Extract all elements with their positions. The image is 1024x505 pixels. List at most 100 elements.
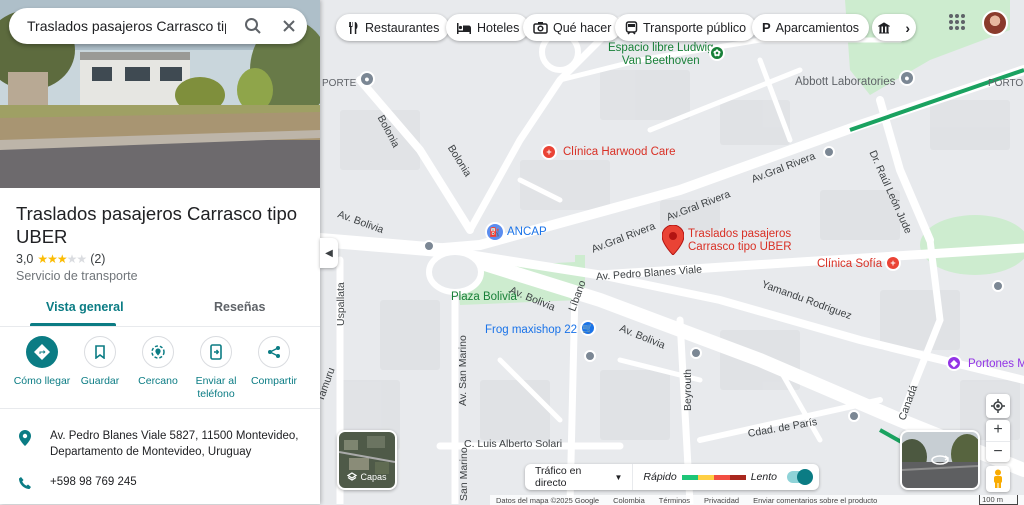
- traffic-scale: Rápido Lento: [633, 471, 787, 483]
- close-icon: [283, 20, 295, 32]
- traffic-fast-label: Rápido: [643, 471, 677, 483]
- search-box[interactable]: Traslados pasajeros Carrasco tipo U: [9, 8, 307, 44]
- chip-label: Transporte público: [643, 20, 747, 35]
- poi-espacio-libre[interactable]: Espacio libre Ludwig Van Beethoven: [608, 42, 713, 68]
- my-location-icon: [991, 399, 1005, 413]
- place-panel: Traslados pasajeros Carrasco tipo U Tras…: [0, 0, 320, 504]
- gas-station-pin-icon[interactable]: ⛽: [485, 222, 505, 242]
- zoom-controls: + −: [986, 420, 1010, 462]
- active-tab-indicator: [30, 323, 116, 326]
- zoom-out-button[interactable]: −: [986, 440, 1010, 463]
- save-button[interactable]: Guardar: [68, 336, 132, 388]
- share-icon: [258, 336, 290, 368]
- traffic-toggle[interactable]: [786, 469, 813, 485]
- apps-grid-icon[interactable]: [949, 14, 965, 30]
- rating-row[interactable]: 3,0 ★★★★★ (2): [16, 252, 105, 266]
- send-to-phone-button[interactable]: Enviar al teléfono: [184, 336, 248, 401]
- chevron-right-icon: ›: [905, 19, 910, 36]
- street-label: San Marino: [458, 447, 470, 501]
- parking-icon: P: [762, 20, 771, 35]
- dropdown-arrow-icon: ▼: [614, 472, 623, 482]
- location-pin-icon: [19, 430, 31, 446]
- search-input[interactable]: Traslados pasajeros Carrasco tipo U: [27, 18, 226, 34]
- action-label: Guardar: [80, 375, 120, 387]
- chip-more[interactable]: ›: [872, 14, 916, 41]
- transit-stop-icon[interactable]: [584, 350, 596, 362]
- nearby-button[interactable]: Cercano: [126, 336, 190, 388]
- rotate-360-icon: [931, 455, 950, 465]
- chevron-left-icon: ◀: [325, 247, 333, 259]
- poi-portones[interactable]: Portones M: [968, 358, 1024, 370]
- transit-stop-icon[interactable]: [823, 146, 835, 158]
- map-data-credit: Datos del mapa ©2025 Google: [496, 495, 600, 505]
- traffic-color-scale: [681, 474, 746, 480]
- tab-bar: Vista general Reseñas: [0, 292, 320, 327]
- street-label: Beyrouth: [682, 368, 694, 411]
- phone-text: +598 98 769 245: [50, 476, 137, 488]
- transit-stop-icon[interactable]: [992, 280, 1004, 292]
- shopping-pin-icon[interactable]: 🛒: [580, 320, 596, 336]
- avatar[interactable]: [982, 10, 1008, 36]
- transit-stop-icon[interactable]: [423, 240, 435, 252]
- layers-button[interactable]: Capas: [337, 430, 397, 490]
- directions-button[interactable]: Cómo llegar: [10, 336, 74, 388]
- zoom-in-button[interactable]: +: [993, 420, 1002, 441]
- chip-public-transport[interactable]: Transporte público: [615, 14, 757, 41]
- museum-icon: [878, 21, 890, 33]
- poi-harwood[interactable]: Clínica Harwood Care: [563, 146, 676, 158]
- feedback-link[interactable]: Enviar comentarios sobre el producto: [753, 496, 877, 505]
- action-buttons: Cómo llegar Guardar Cercano Enviar al te…: [0, 336, 320, 408]
- park-pin-icon[interactable]: ✿: [709, 45, 725, 61]
- close-button[interactable]: [271, 8, 307, 44]
- tab-reviews[interactable]: Reseñas: [214, 300, 265, 314]
- poi-ancap[interactable]: ANCAP: [507, 226, 547, 238]
- poi-sofia[interactable]: Clínica Sofía: [817, 258, 882, 270]
- building-pin-icon[interactable]: ●: [899, 70, 915, 86]
- address-row[interactable]: Av. Pedro Blanes Viale 5827, 11500 Monte…: [0, 428, 320, 460]
- phone-row[interactable]: +598 98 769 245: [0, 474, 320, 490]
- action-label: Cómo llegar: [13, 375, 71, 387]
- collapse-panel-button[interactable]: ◀: [320, 238, 338, 268]
- phone-icon: [19, 477, 31, 489]
- terms-link[interactable]: Términos: [659, 496, 690, 505]
- traffic-slow-label: Lento: [750, 471, 777, 483]
- search-button[interactable]: [236, 8, 272, 44]
- street-label: Uspallata: [335, 282, 347, 326]
- poi-abbott[interactable]: Abbott Laboratories: [795, 76, 895, 88]
- poi-plaza-bolivia[interactable]: Plaza Bolivia: [451, 291, 517, 303]
- chip-restaurants[interactable]: Restaurantes: [336, 14, 450, 41]
- chip-things-to-do[interactable]: Qué hacer: [523, 14, 622, 41]
- building-pin-icon[interactable]: ●: [359, 71, 375, 87]
- rating-value: 3,0: [16, 252, 34, 266]
- transit-stop-icon[interactable]: [848, 410, 860, 422]
- traffic-legend: Tráfico en directo ▼ Rápido Lento: [525, 464, 819, 490]
- review-count[interactable]: (2): [90, 252, 105, 266]
- tab-overview[interactable]: Vista general: [46, 300, 124, 314]
- street-view-thumbnail[interactable]: [900, 430, 980, 490]
- place-category[interactable]: Servicio de transporte: [16, 269, 138, 283]
- traffic-mode-dropdown[interactable]: Tráfico en directo ▼: [525, 464, 634, 490]
- action-label: Cercano: [138, 375, 178, 387]
- street-label: C. Luis Alberto Solari: [464, 438, 563, 450]
- chip-label: Hoteles: [477, 20, 520, 35]
- shopping-pin-icon[interactable]: ◆: [946, 355, 962, 371]
- privacy-link[interactable]: Privacidad: [704, 496, 739, 505]
- transit-stop-icon[interactable]: [690, 347, 702, 359]
- hospital-pin-icon[interactable]: +: [885, 255, 901, 271]
- pegman-icon: [994, 469, 1002, 488]
- bookmark-icon: [84, 336, 116, 368]
- action-label: Compartir: [250, 375, 298, 387]
- chip-parking[interactable]: P Aparcamientos: [752, 14, 870, 41]
- share-button[interactable]: Compartir: [242, 336, 306, 388]
- divider: [0, 408, 320, 409]
- selected-place-marker-icon[interactable]: [662, 225, 684, 255]
- nearby-icon: [142, 336, 174, 368]
- pegman-button[interactable]: [986, 466, 1010, 492]
- poi-frog[interactable]: Frog maxishop 22: [485, 324, 577, 336]
- hotel-icon: [457, 22, 471, 34]
- region-link[interactable]: Colombia: [613, 496, 645, 505]
- hospital-pin-icon[interactable]: +: [541, 144, 557, 160]
- selected-place-label[interactable]: Traslados pasajeros Carrasco tipo UBER: [688, 228, 792, 254]
- chip-hotels[interactable]: Hoteles: [446, 14, 530, 41]
- my-location-button[interactable]: [986, 394, 1010, 418]
